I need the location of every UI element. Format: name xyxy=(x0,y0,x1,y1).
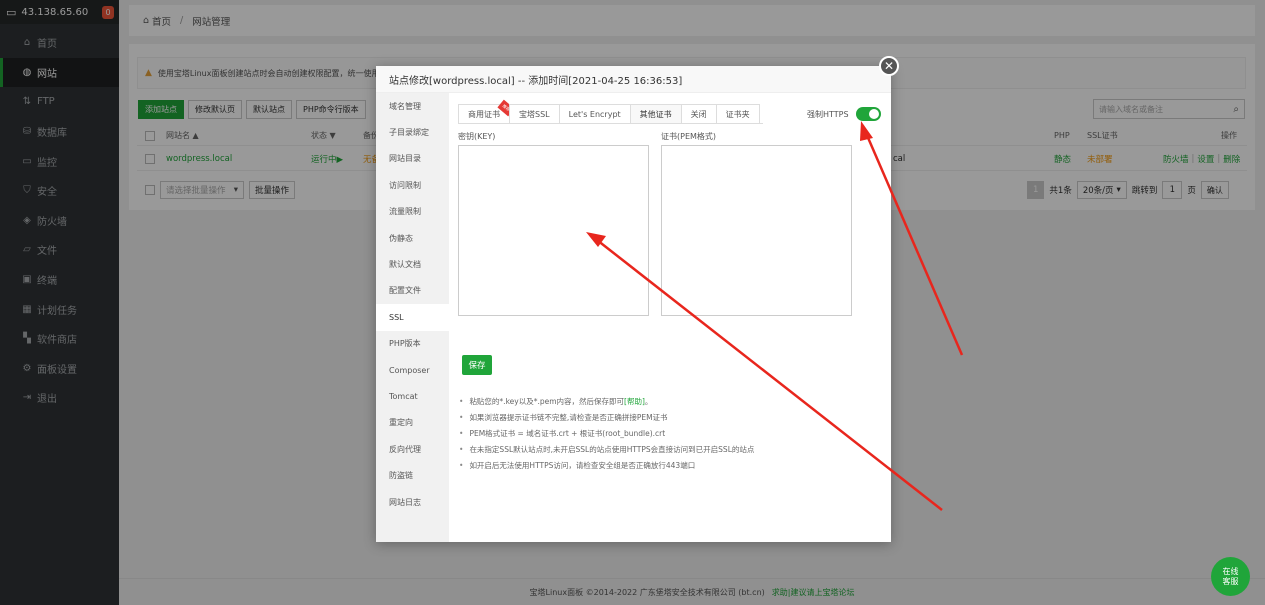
ssl-tab[interactable]: 商用证书 推荐 xyxy=(458,99,515,124)
dialog-menu-item[interactable]: 默认文档 xyxy=(376,251,449,277)
ssl-tab[interactable]: Let's Encrypt xyxy=(558,104,630,124)
dialog-menu-item[interactable]: 子目录绑定 xyxy=(376,119,449,145)
help-link[interactable]: [帮助] xyxy=(624,396,645,407)
force-https-toggle[interactable] xyxy=(855,107,881,121)
tip-text: 在未指定SSL默认站点时,未开启SSL的站点使用HTTPS会直接访问到已开启SS… xyxy=(469,445,755,455)
toggle-knob xyxy=(868,109,879,119)
ssl-tab-label: 其他证书 xyxy=(639,109,672,119)
tip-text: 粘贴您的*.key以及*.pem内容，然后保存即可 xyxy=(469,396,625,406)
ssl-tips: • 粘贴您的*.key以及*.pem内容，然后保存即可 [帮助]。 • 如果浏览器提示证… xyxy=(459,393,754,474)
ssl-tab[interactable]: 关闭 xyxy=(680,104,716,124)
ssl-panel: 商用证书 推荐 宝塔SSL Let's Encrypt 其他证书 关闭 证书夹 强制HTTP… xyxy=(449,93,891,542)
online-service-button[interactable]: 在线 客服 xyxy=(1211,557,1250,596)
dialog-menu-item[interactable]: Composer xyxy=(376,357,449,383)
tip-item: • 在未指定SSL默认站点时,未开启SSL的站点使用HTTPS会直接访问到已开启S… xyxy=(459,442,754,458)
ssl-tab-label: Let's Encrypt xyxy=(568,109,621,119)
tip-item: • 如果浏览器提示证书链不完整,请检查是否正确拼接PEM证书 xyxy=(459,409,754,425)
key-label: 密钥(KEY) xyxy=(458,132,496,141)
close-icon[interactable]: ✕ xyxy=(879,56,899,76)
dialog-title: 站点修改[wordpress.local] -- 添加时间[2021-04-25… xyxy=(376,66,891,93)
bullet: • xyxy=(459,445,464,455)
tip-suffix: 。 xyxy=(644,396,653,406)
force-https-label: 强制HTTPS xyxy=(807,109,849,119)
bullet: • xyxy=(459,412,464,422)
ssl-tabs: 商用证书 推荐 宝塔SSL Let's Encrypt 其他证书 关闭 证书夹 xyxy=(458,99,763,124)
ssl-tab-label: 证书夹 xyxy=(725,109,750,119)
online-service-label: 在线 客服 xyxy=(1223,567,1239,585)
dialog-menu-item[interactable]: 网站目录 xyxy=(376,146,449,172)
bullet: • xyxy=(459,428,464,438)
bullet: • xyxy=(459,461,464,471)
ssl-tab[interactable]: 宝塔SSL xyxy=(509,104,559,124)
online-service-line1: 在线 xyxy=(1222,567,1239,577)
dialog-menu-item[interactable]: Tomcat xyxy=(376,383,449,409)
dialog-menu-item[interactable]: 伪静态 xyxy=(376,225,449,251)
dialog-menu-item[interactable]: 配置文件 xyxy=(376,278,449,304)
site-edit-dialog: 站点修改[wordpress.local] -- 添加时间[2021-04-25… xyxy=(376,66,891,542)
ssl-tab-label: 关闭 xyxy=(690,109,707,119)
online-service-line2: 客服 xyxy=(1222,576,1239,586)
ssl-tab[interactable]: 其他证书 xyxy=(629,104,681,124)
tip-text: PEM格式证书 = 域名证书.crt + 根证书(root_bundle).cr… xyxy=(469,428,666,438)
tip-text: 如开启后无法使用HTTPS访问，请检查安全组是否正确放行443端口 xyxy=(469,461,696,471)
dialog-menu-item[interactable]: 域名管理 xyxy=(376,93,449,119)
ssl-tab[interactable]: 证书夹 xyxy=(715,104,760,124)
dialog-menu-item[interactable]: SSL xyxy=(376,304,449,331)
dialog-side-menu: 域名管理 子目录绑定 网站目录 访问限制 流量限制 伪静态 默认文档 配置文件 SSL PHP版本… xyxy=(376,93,449,542)
dialog-menu-item[interactable]: 重定向 xyxy=(376,410,449,436)
dialog-menu-item[interactable]: 防盗链 xyxy=(376,462,449,488)
dialog-menu-item[interactable]: 反向代理 xyxy=(376,436,449,462)
tip-item: • 粘贴您的*.key以及*.pem内容，然后保存即可 [帮助]。 xyxy=(459,393,754,409)
dialog-menu-item[interactable]: 网站日志 xyxy=(376,489,449,515)
tip-item: • PEM格式证书 = 域名证书.crt + 根证书(root_bundle).c… xyxy=(459,425,754,441)
cert-textarea[interactable] xyxy=(661,145,852,316)
dialog-menu-item[interactable]: PHP版本 xyxy=(376,331,449,357)
force-https: 强制HTTPS xyxy=(807,107,881,121)
ssl-tab-label: 商用证书 xyxy=(468,109,500,119)
tip-text: 如果浏览器提示证书链不完整,请检查是否正确拼接PEM证书 xyxy=(469,412,668,422)
cert-label: 证书(PEM格式) xyxy=(661,132,717,141)
save-button[interactable]: 保存 xyxy=(462,355,492,375)
dialog-menu-item[interactable]: 访问限制 xyxy=(376,172,449,198)
ssl-tab-label: 宝塔SSL xyxy=(519,109,550,119)
dialog-menu-item[interactable]: 流量限制 xyxy=(376,199,449,225)
key-textarea[interactable] xyxy=(458,145,649,316)
bullet: • xyxy=(459,396,464,406)
tip-item: • 如开启后无法使用HTTPS访问，请检查安全组是否正确放行443端口 xyxy=(459,458,754,474)
